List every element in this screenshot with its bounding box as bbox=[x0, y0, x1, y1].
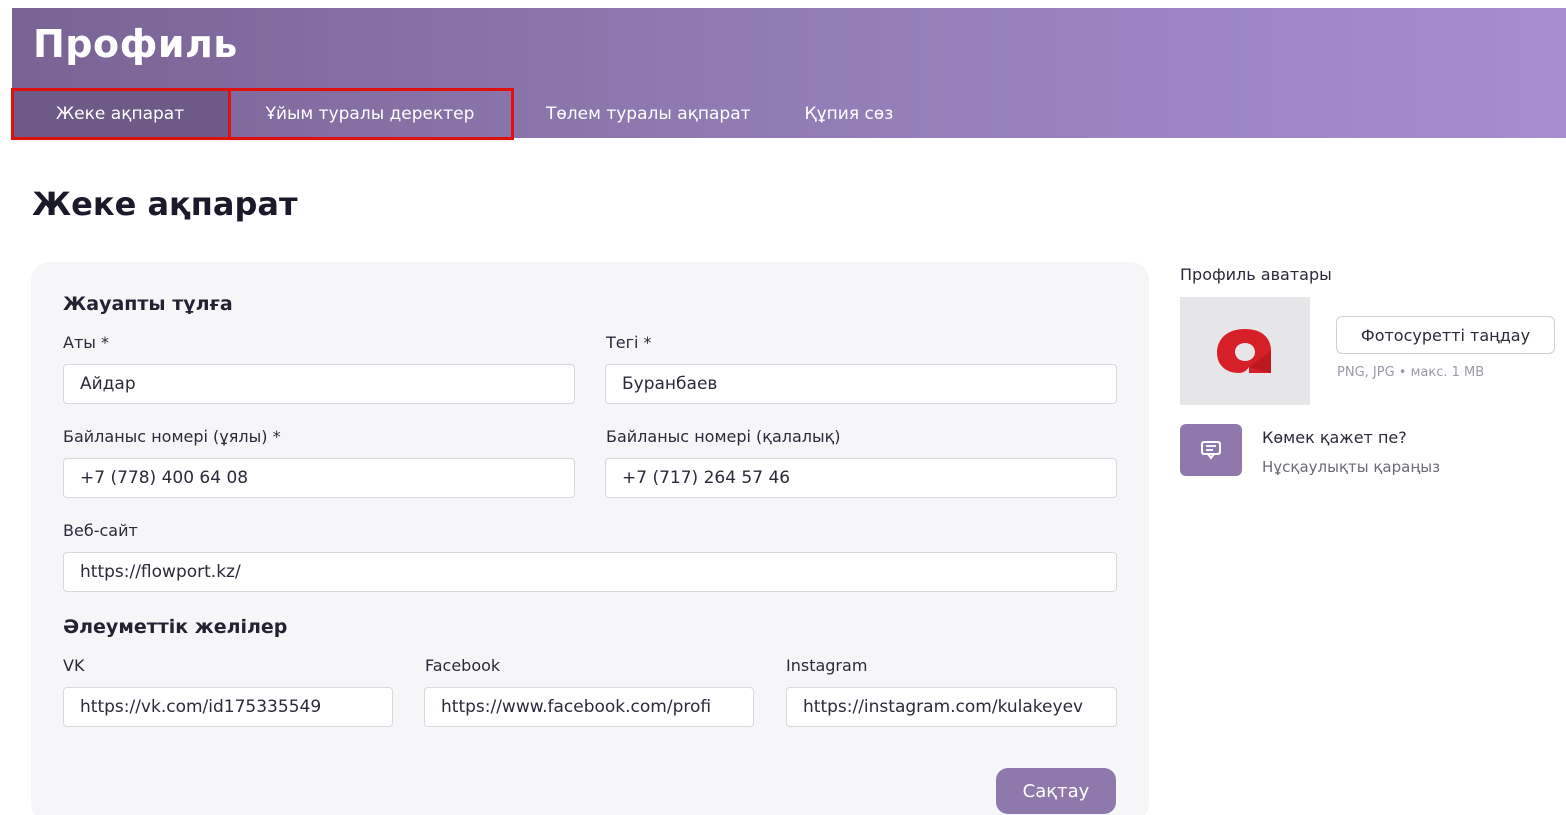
view-guide-link[interactable]: Нұсқаулықты қараңыз bbox=[1262, 458, 1440, 476]
last-name-input[interactable]: Буранбаев bbox=[605, 364, 1117, 404]
first-name-label: Аты * bbox=[63, 333, 109, 352]
mobile-phone-label: Байланыс номері (ұялы) * bbox=[63, 427, 281, 446]
save-button[interactable]: Сақтау bbox=[996, 768, 1116, 814]
personal-info-form: Жауапты тұлға Аты * Айдар Тегі * Буранба… bbox=[31, 262, 1149, 815]
profile-tabs: Жеке ақпарат Ұйым туралы деректер Төлем … bbox=[12, 90, 913, 138]
avatar-preview bbox=[1180, 297, 1310, 405]
social-networks-heading: Әлеуметтік желілер bbox=[63, 616, 288, 638]
help-title: Көмек қажет пе? bbox=[1262, 428, 1407, 447]
city-phone-input[interactable]: +7 (717) 264 57 46 bbox=[605, 458, 1117, 498]
tab-payment-info[interactable]: Төлем туралы ақпарат bbox=[512, 90, 785, 138]
choose-photo-button[interactable]: Фотосуретті таңдау bbox=[1336, 316, 1555, 354]
first-name-input[interactable]: Айдар bbox=[63, 364, 575, 404]
vk-input[interactable]: https://vk.com/id175335549 bbox=[63, 687, 393, 727]
instagram-label: Instagram bbox=[786, 656, 868, 675]
tab-personal-info[interactable]: Жеке ақпарат bbox=[12, 90, 228, 138]
profile-header: Профиль Жеке ақпарат Ұйым туралы деректе… bbox=[12, 8, 1566, 138]
website-input[interactable]: https://flowport.kz/ bbox=[63, 552, 1117, 592]
vk-label: VK bbox=[63, 656, 85, 675]
file-format-hint: PNG, JPG • макс. 1 MB bbox=[1337, 365, 1485, 380]
section-title: Жеке ақпарат bbox=[32, 185, 298, 223]
responsible-person-heading: Жауапты тұлға bbox=[63, 293, 233, 315]
facebook-label: Facebook bbox=[425, 656, 501, 675]
instagram-input[interactable]: https://instagram.com/kulakeyev bbox=[786, 687, 1117, 727]
help-chat-button[interactable] bbox=[1180, 424, 1242, 476]
tab-organization-data[interactable]: Ұйым туралы деректер bbox=[228, 90, 512, 138]
facebook-input[interactable]: https://www.facebook.com/profi bbox=[424, 687, 754, 727]
avatar-label: Профиль аватары bbox=[1180, 265, 1332, 284]
city-phone-label: Байланыс номері (қалалық) bbox=[606, 427, 841, 446]
brand-logo-icon bbox=[1217, 329, 1271, 373]
page-header-title: Профиль bbox=[33, 22, 238, 66]
website-label: Веб-сайт bbox=[63, 521, 138, 540]
last-name-label: Тегі * bbox=[606, 333, 652, 352]
mobile-phone-input[interactable]: +7 (778) 400 64 08 bbox=[63, 458, 575, 498]
tab-password[interactable]: Құпия сөз bbox=[785, 90, 914, 138]
chat-icon bbox=[1201, 441, 1221, 460]
profile-page: Профиль Жеке ақпарат Ұйым туралы деректе… bbox=[0, 0, 1566, 815]
